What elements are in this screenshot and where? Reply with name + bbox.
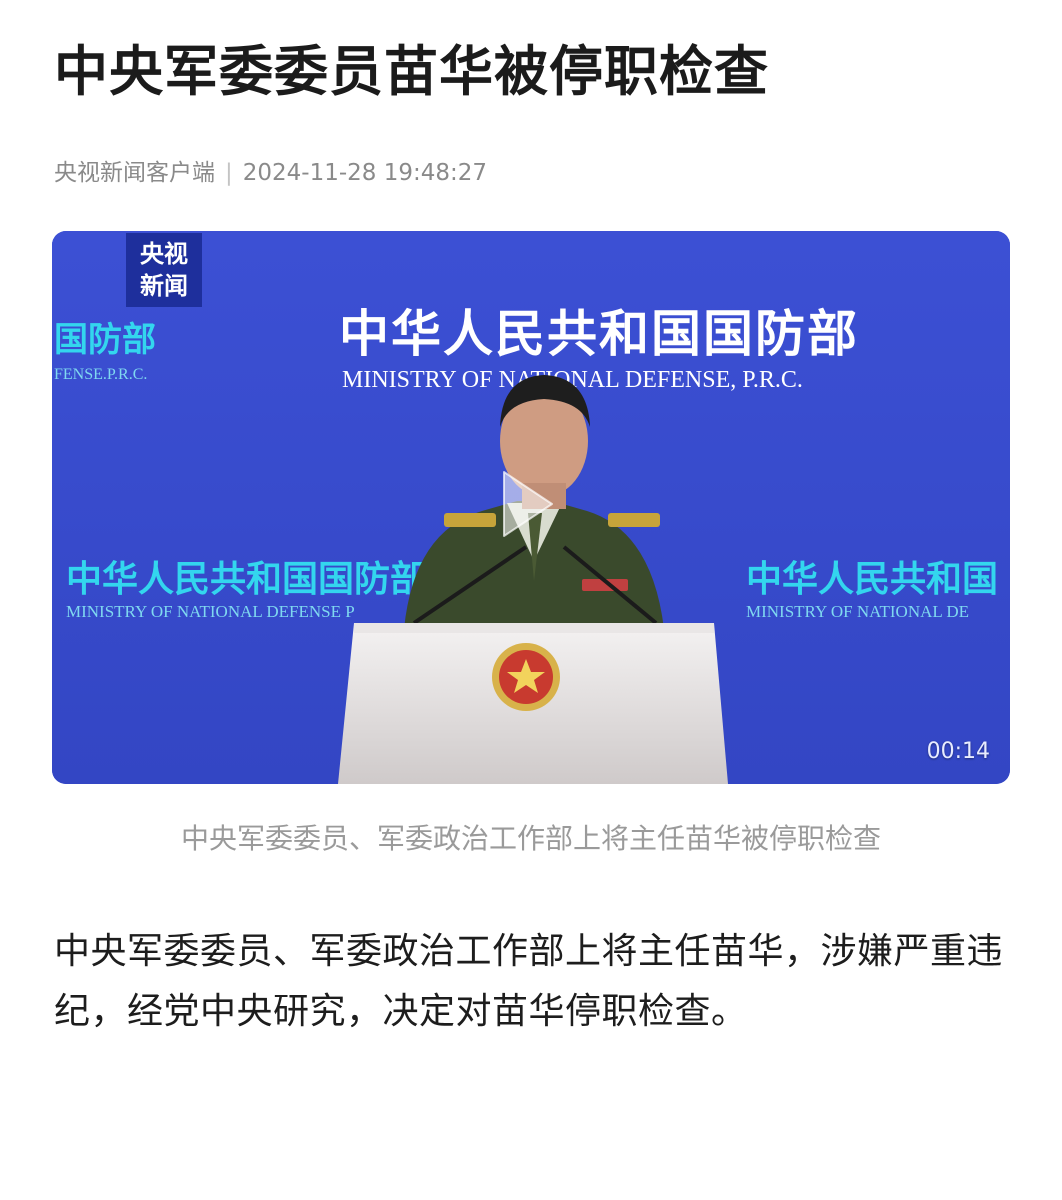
backdrop-mid-left-cn: 中华人民共和国国防部 — [66, 559, 426, 600]
backdrop-title-cn: 中华人民共和国国防部 — [339, 305, 859, 363]
play-icon[interactable] — [496, 466, 558, 542]
logo-line1: 央视 — [140, 240, 188, 268]
video-caption: 中央军委委员、军委政治工作部上将主任苗华被停职检查 — [180, 822, 881, 855]
backdrop-mid-right-en: MINISTRY OF NATIONAL DE — [746, 602, 969, 621]
podium — [338, 623, 728, 784]
article-meta: 央视新闻客户端 | 2024-11-28 19:48:27 — [54, 156, 487, 190]
backdrop-left-cn: 国防部 — [54, 320, 156, 360]
video-player[interactable]: 国防部 FENSE.P.R.C. 中华人民共和国国防部 MINISTRY OF … — [52, 231, 1010, 784]
article-title: 中央军委委员苗华被停职检查 — [54, 40, 769, 103]
cctv-news-logo: 央视 新闻 — [126, 233, 202, 307]
video-duration: 00:14 — [926, 739, 990, 764]
source-label[interactable]: 央视新闻客户端 — [54, 160, 215, 186]
backdrop-mid-left-en: MINISTRY OF NATIONAL DEFENSE P — [66, 602, 355, 621]
publish-timestamp: 2024-11-28 19:48:27 — [242, 160, 488, 186]
article-body: 中央军委委员、军委政治工作部上将主任苗华，涉嫌严重违纪，经党中央研究，决定对苗华… — [54, 931, 1004, 1032]
logo-line2: 新闻 — [140, 272, 188, 300]
meta-separator: | — [225, 160, 233, 186]
backdrop-mid-right-cn: 中华人民共和国 — [746, 559, 998, 600]
backdrop-left-en: FENSE.P.R.C. — [54, 366, 147, 383]
